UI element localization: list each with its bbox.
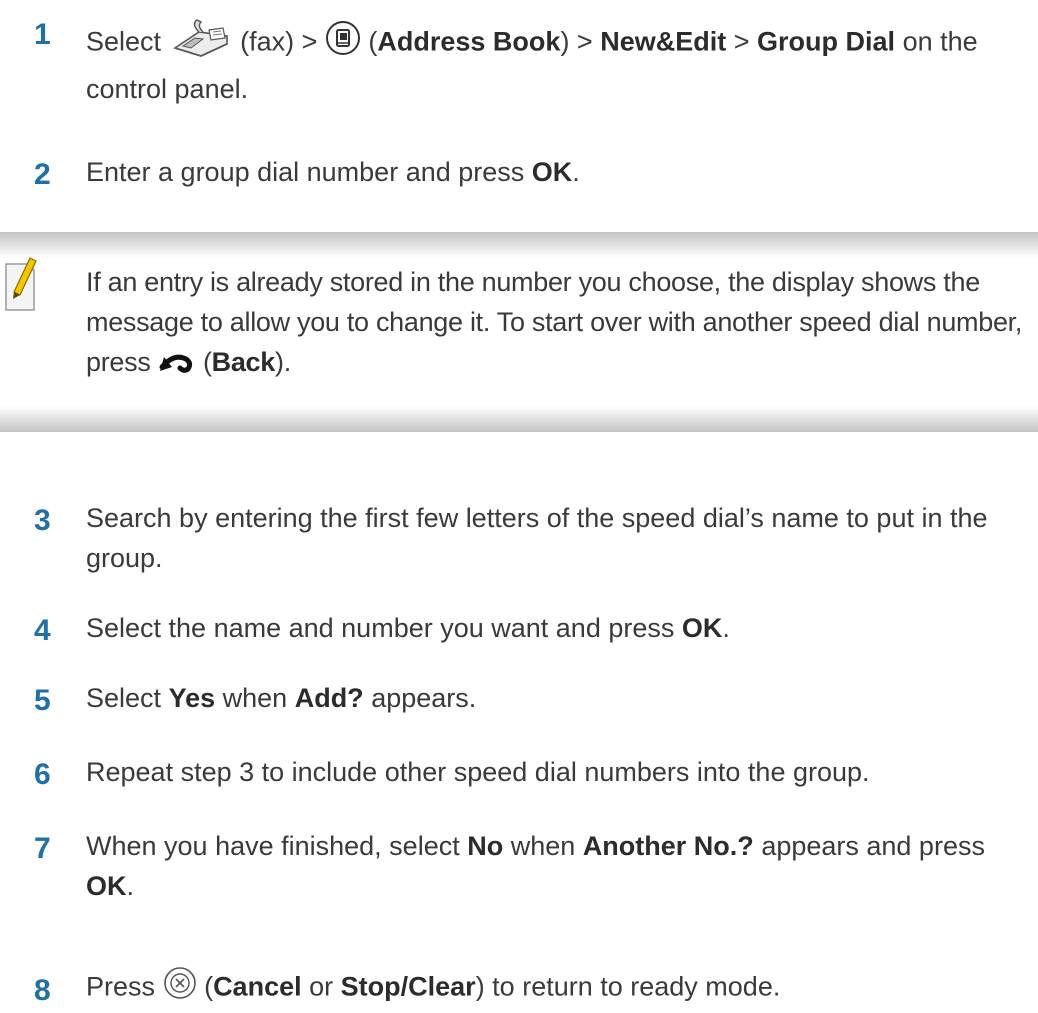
step-text: Search by entering the first few letters… bbox=[86, 503, 988, 573]
step-number: 8 bbox=[34, 974, 51, 1007]
step-text: Repeat step 3 to include other speed dia… bbox=[86, 757, 870, 787]
step-text: When you have finished, select No when A… bbox=[86, 831, 985, 901]
step-number: 6 bbox=[34, 758, 51, 791]
cancel-icon bbox=[163, 966, 197, 1011]
step-number: 5 bbox=[34, 684, 51, 717]
step-text: Select the name and number you want and … bbox=[86, 613, 730, 643]
step-text: Press (Cancel or Stop/Clear) to return t… bbox=[86, 966, 1016, 1011]
step-number: 2 bbox=[34, 158, 51, 191]
step-number: 4 bbox=[34, 614, 51, 647]
step-number: 7 bbox=[34, 832, 51, 865]
step-number: 1 bbox=[34, 18, 51, 51]
note-band-top bbox=[0, 232, 1038, 258]
address-book-icon bbox=[325, 20, 361, 67]
note-text: If an entry is already stored in the num… bbox=[86, 262, 1032, 384]
back-arrow-icon bbox=[158, 344, 196, 384]
step-text: Enter a group dial number and press OK. bbox=[86, 157, 580, 187]
step-text: Select (fax) > (Address Book) > New&Edit bbox=[86, 18, 1016, 109]
step-text: Select Yes when Add? appears. bbox=[86, 683, 477, 713]
step-number: 3 bbox=[34, 504, 51, 537]
note-band-bottom bbox=[0, 406, 1038, 432]
note-pencil-icon bbox=[2, 252, 38, 319]
fax-icon bbox=[169, 18, 233, 69]
note-box: If an entry is already stored in the num… bbox=[0, 232, 1038, 432]
